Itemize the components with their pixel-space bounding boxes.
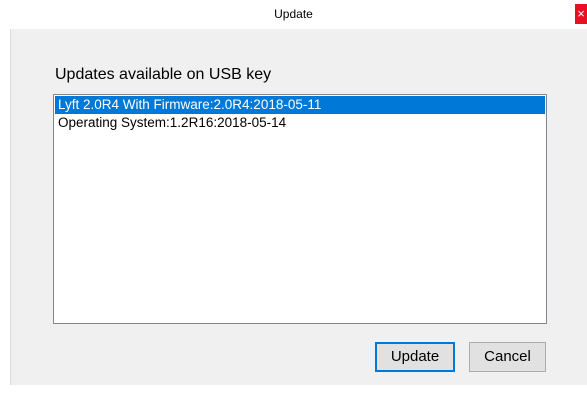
close-icon[interactable]: ×	[575, 4, 587, 24]
updates-listbox[interactable]: Lyft 2.0R4 With Firmware:2.0R4:2018-05-1…	[53, 94, 547, 324]
title-bar: Update ×	[0, 0, 587, 29]
updates-heading: Updates available on USB key	[55, 66, 272, 83]
list-item-firmware[interactable]: Lyft 2.0R4 With Firmware:2.0R4:2018-05-1…	[55, 96, 545, 114]
cancel-button[interactable]: Cancel	[469, 342, 546, 372]
update-button[interactable]: Update	[375, 342, 455, 372]
update-dialog: Update × Updates available on USB key Ly…	[0, 0, 587, 396]
window-title: Update	[274, 7, 313, 21]
list-item-operating-system[interactable]: Operating System:1.2R16:2018-05-14	[55, 114, 286, 132]
